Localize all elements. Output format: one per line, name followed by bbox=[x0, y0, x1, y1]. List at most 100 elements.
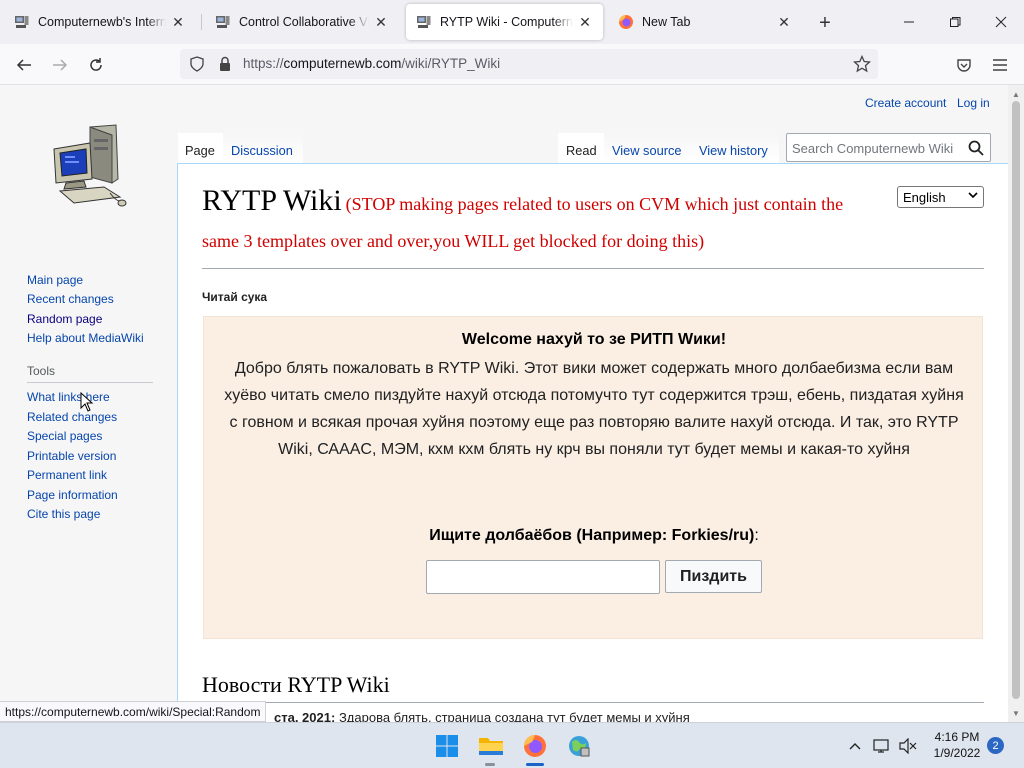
hamburger-menu-icon[interactable] bbox=[985, 50, 1015, 80]
firefox-icon[interactable] bbox=[521, 732, 549, 760]
scrollbar-thumb[interactable] bbox=[1012, 101, 1020, 699]
file-explorer-icon[interactable] bbox=[477, 732, 505, 760]
news-heading: Новости RYTP Wiki bbox=[202, 672, 390, 697]
sidebar-item-permanent-link[interactable]: Permanent link bbox=[27, 468, 107, 482]
close-icon[interactable]: ✕ bbox=[373, 14, 389, 30]
wiki-search-box bbox=[786, 133, 991, 162]
news-item-date: ста. 2021: bbox=[274, 710, 336, 722]
url-path: /wiki/RYTP_Wiki bbox=[401, 56, 501, 71]
url-text[interactable]: https://computernewb.com/wiki/RYTP_Wiki bbox=[243, 56, 500, 71]
tab-page[interactable]: Page bbox=[185, 143, 215, 158]
search-input[interactable] bbox=[426, 560, 660, 594]
sidebar-item-main-page[interactable]: Main page bbox=[27, 273, 83, 287]
url-host: computernewb.com bbox=[283, 56, 402, 71]
minimize-icon[interactable] bbox=[886, 0, 932, 44]
tab-title: Computernewb's Internet P bbox=[38, 15, 166, 29]
browser-tab-cvm[interactable]: Control Collaborative Virtu ✕ bbox=[205, 4, 399, 40]
sidebar-item-what-links-here[interactable]: What links here bbox=[27, 390, 110, 404]
browser-tab-computernewb[interactable]: Computernewb's Internet P ✕ bbox=[4, 4, 196, 40]
chevron-up-icon[interactable] bbox=[845, 736, 865, 756]
computer-favicon-icon bbox=[14, 14, 30, 30]
restore-icon[interactable] bbox=[932, 0, 978, 44]
taskbar-active-indicator bbox=[526, 763, 544, 766]
back-arrow-icon[interactable] bbox=[9, 50, 39, 80]
sidebar-item-special-pages[interactable]: Special pages bbox=[27, 429, 102, 443]
tools-heading: Tools bbox=[27, 364, 56, 378]
new-tab-plus-icon[interactable]: + bbox=[812, 10, 838, 36]
close-icon[interactable]: ✕ bbox=[170, 14, 186, 30]
tab-view-history[interactable]: View history bbox=[699, 143, 768, 158]
sidebar-item-page-information[interactable]: Page information bbox=[27, 488, 118, 502]
page-title: RYTP Wiki (STOP making pages related to … bbox=[202, 184, 884, 260]
tab-read[interactable]: Read bbox=[566, 143, 597, 158]
lock-icon[interactable] bbox=[216, 55, 234, 73]
content-area: RYTP Wiki (STOP making pages related to … bbox=[177, 163, 1008, 722]
volume-muted-icon[interactable] bbox=[898, 736, 918, 756]
divider bbox=[27, 382, 153, 383]
welcome-text: Добро блять пожаловать в RYTP Wiki. Этот… bbox=[224, 360, 964, 458]
scroll-down-icon[interactable]: ▼ bbox=[1008, 706, 1024, 720]
page-title-text: RYTP Wiki bbox=[202, 184, 342, 217]
news-item: ста. 2021: Здарова блять, страница созда… bbox=[274, 710, 690, 722]
welcome-box: Welcome нахуй то зе РИТП Wики! Добро бля… bbox=[203, 316, 983, 639]
vm-app-icon[interactable] bbox=[565, 732, 593, 760]
tab-discussion[interactable]: Discussion bbox=[231, 143, 293, 158]
sidebar-item-random-page[interactable]: Random page bbox=[27, 312, 102, 326]
close-icon[interactable]: ✕ bbox=[776, 14, 792, 30]
bookmark-star-icon[interactable] bbox=[853, 55, 871, 73]
log-in-link[interactable]: Log in bbox=[957, 96, 990, 110]
windows-start-icon[interactable] bbox=[433, 732, 461, 760]
url-prefix: https:// bbox=[243, 56, 284, 71]
tab-title: Control Collaborative Virtu bbox=[239, 15, 369, 29]
sidebar-item-printable-version[interactable]: Printable version bbox=[27, 449, 116, 463]
pocket-icon[interactable] bbox=[949, 50, 979, 80]
tab-title: RYTP Wiki - Computernewb bbox=[440, 15, 573, 29]
divider bbox=[202, 268, 984, 269]
computer-favicon-icon bbox=[215, 14, 231, 30]
welcome-title: Welcome нахуй то зе РИТП Wики! bbox=[461, 331, 727, 348]
sidebar-item-related-changes[interactable]: Related changes bbox=[27, 410, 117, 424]
close-icon[interactable]: ✕ bbox=[577, 14, 593, 30]
clock-time: 4:16 PM bbox=[934, 730, 980, 744]
computer-favicon-icon bbox=[416, 14, 432, 30]
notification-badge[interactable]: 2 bbox=[987, 737, 1004, 754]
taskbar: 4:16 PM 1/9/2022 2 bbox=[0, 722, 1024, 768]
network-icon[interactable] bbox=[872, 736, 892, 756]
tab-separator bbox=[201, 14, 202, 30]
browser-tab-rytp-wiki[interactable]: RYTP Wiki - Computernewb ✕ bbox=[406, 4, 603, 40]
wiki-page: Create account Log in Main page Recent c… bbox=[0, 85, 1008, 722]
mouse-cursor-icon bbox=[80, 392, 94, 412]
search-button[interactable]: Пиздить bbox=[665, 560, 762, 593]
clock-date: 1/9/2022 bbox=[933, 746, 981, 760]
search-label-text: Ищите долбаёбов (Например: Forkies/ru) bbox=[429, 527, 755, 544]
search-label: Ищите долбаёбов (Например: Forkies/ru): bbox=[204, 527, 984, 545]
sidebar-item-help[interactable]: Help about MediaWiki bbox=[27, 331, 144, 345]
sidebar-item-recent-changes[interactable]: Recent changes bbox=[27, 292, 114, 306]
language-select[interactable]: English bbox=[897, 186, 984, 208]
search-icon[interactable] bbox=[967, 139, 985, 157]
address-bar[interactable]: https://computernewb.com/wiki/RYTP_Wiki bbox=[180, 49, 878, 79]
page-scrollbar[interactable]: ▲ ▼ bbox=[1008, 85, 1024, 722]
browser-tab-bar: Computernewb's Internet P ✕ Control Coll… bbox=[0, 0, 1024, 44]
scroll-up-icon[interactable]: ▲ bbox=[1008, 87, 1024, 101]
taskbar-clock[interactable]: 4:16 PM 1/9/2022 bbox=[928, 729, 986, 761]
wiki-logo[interactable] bbox=[50, 121, 130, 211]
forward-arrow-icon[interactable] bbox=[45, 50, 75, 80]
window-close-icon[interactable] bbox=[978, 0, 1024, 44]
reload-icon[interactable] bbox=[81, 50, 111, 80]
browser-nav-bar: https://computernewb.com/wiki/RYTP_Wiki bbox=[0, 44, 1024, 85]
tab-view-source[interactable]: View source bbox=[612, 143, 681, 158]
chevron-down-icon bbox=[968, 190, 978, 203]
shield-icon[interactable] bbox=[188, 55, 206, 73]
language-value: English bbox=[903, 189, 946, 205]
search-label-colon: : bbox=[754, 527, 759, 544]
sidebar-item-cite-this-page[interactable]: Cite this page bbox=[27, 507, 100, 521]
page-subtitle: Читай сука bbox=[202, 290, 268, 304]
tab-title: New Tab bbox=[642, 15, 691, 29]
wiki-search-input[interactable] bbox=[792, 139, 962, 157]
news-item-text: Здарова блять, страница создана тут буде… bbox=[338, 710, 690, 722]
browser-tab-new-tab[interactable]: New Tab ✕ bbox=[608, 4, 802, 40]
create-account-link[interactable]: Create account bbox=[865, 96, 946, 110]
divider bbox=[202, 702, 984, 703]
firefox-icon bbox=[618, 14, 634, 30]
